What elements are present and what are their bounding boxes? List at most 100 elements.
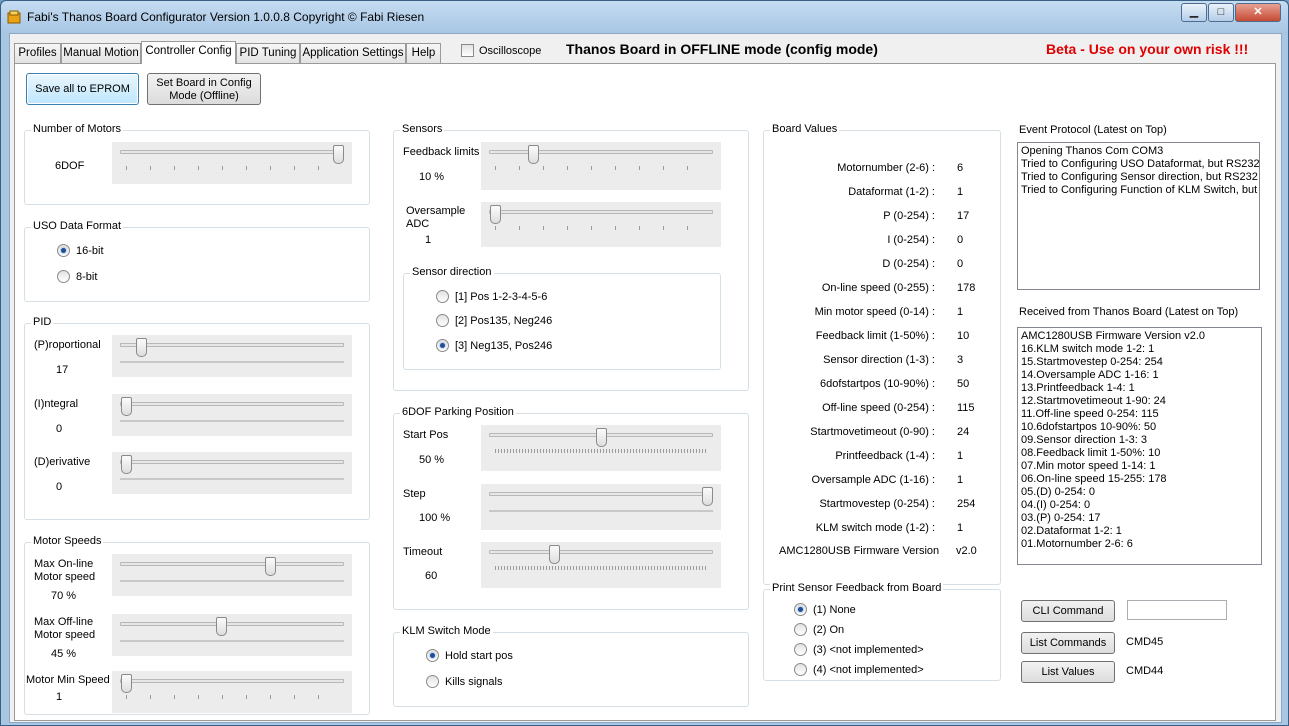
slider-thumb[interactable] — [702, 487, 713, 506]
pid-i-label: (I)ntegral — [34, 398, 79, 410]
tab-application-settings[interactable]: Application Settings — [300, 43, 406, 63]
oscilloscope-checkbox[interactable] — [461, 44, 474, 57]
min-speed-slider[interactable] — [112, 671, 352, 713]
timeout-slider[interactable] — [481, 542, 721, 588]
received-title: Received from Thanos Board (Latest on To… — [1019, 306, 1239, 318]
received-line: 16.KLM switch mode 1-2: 1 — [1021, 343, 1155, 355]
max-offline-slider[interactable] — [112, 614, 352, 656]
received-list[interactable]: AMC1280USB Firmware Version v2.0 16.KLM s… — [1017, 327, 1262, 565]
close-button[interactable]: ✕ — [1235, 3, 1281, 22]
board-value-label: Sensor direction (1-3) : — [823, 354, 935, 366]
list-commands-button[interactable]: List Commands — [1021, 632, 1115, 654]
uso-data-format-group: USO Data Format 16-bit 8-bit — [24, 220, 370, 302]
radio-label: Hold start pos — [445, 650, 513, 663]
event-protocol-list[interactable]: Opening Thanos Com COM3 Tried to Configur… — [1017, 142, 1260, 290]
print-feedback-4-radio[interactable]: (4) <not implemented> — [794, 663, 924, 677]
timeout-value: 60 — [425, 570, 438, 582]
oversample-slider[interactable] — [481, 202, 721, 247]
board-value-number: 115 — [957, 402, 975, 414]
received-line: 03.(P) 0-254: 17 — [1021, 512, 1101, 524]
step-value: 100 % — [419, 512, 451, 524]
received-line: 13.Printfeedback 1-4: 1 — [1021, 382, 1135, 394]
slider-thumb[interactable] — [265, 557, 277, 576]
motor-speeds-group: Motor Speeds Max On-line Motor speed 70 … — [24, 535, 370, 715]
tab-controller-config[interactable]: Controller Config — [141, 41, 236, 64]
slider-thumb[interactable] — [216, 617, 228, 636]
slider-thumb[interactable] — [528, 145, 540, 164]
slider-thumb[interactable] — [121, 397, 132, 416]
print-feedback-on-radio[interactable]: (2) On — [794, 623, 844, 637]
slider-thumb[interactable] — [121, 674, 132, 693]
radio-label: (1) None — [813, 604, 856, 617]
start-pos-slider[interactable] — [481, 425, 721, 471]
max-online-slider[interactable] — [112, 554, 352, 596]
pid-p-slider[interactable] — [112, 335, 352, 377]
print-feedback-group: Print Sensor Feedback from Board (1) Non… — [763, 582, 1001, 681]
uso-16bit-radio[interactable]: 16-bit — [57, 244, 104, 258]
board-value-label: D (0-254) : — [882, 258, 935, 270]
tab-profiles[interactable]: Profiles — [14, 43, 61, 63]
sensor-direction-2-radio[interactable]: [2] Pos135, Neg246 — [436, 314, 552, 328]
board-value-label: Off-line speed (0-254) : — [822, 402, 935, 414]
save-eprom-button[interactable]: Save all to EPROM — [26, 73, 139, 105]
board-value-number: 178 — [957, 282, 976, 294]
list-values-button[interactable]: List Values — [1021, 661, 1115, 683]
board-value-number: 1 — [957, 450, 964, 462]
radio-dot — [57, 270, 70, 283]
uso-8bit-radio[interactable]: 8-bit — [57, 270, 97, 284]
cli-command-input[interactable] — [1127, 600, 1227, 620]
slider-thumb[interactable] — [596, 428, 607, 447]
feedback-limits-label: Feedback limits — [403, 146, 480, 158]
number-of-motors-group: Number of Motors 6DOF — [24, 123, 370, 205]
motors-slider[interactable] — [112, 142, 352, 184]
max-offline-value: 45 % — [51, 648, 77, 660]
sensor-direction-3-radio[interactable]: [3] Neg135, Pos246 — [436, 339, 553, 353]
beta-warning: Beta - Use on your own risk !!! — [1046, 41, 1249, 57]
board-value-number: 17 — [957, 210, 970, 222]
tab-manual-motion[interactable]: Manual Motion — [61, 43, 141, 63]
radio-label: (4) <not implemented> — [813, 664, 924, 677]
board-value-number: 24 — [957, 426, 970, 438]
board-value-label: Startmovestep (0-254) : — [819, 498, 935, 510]
slider-thumb[interactable] — [549, 545, 561, 564]
radio-label: [3] Neg135, Pos246 — [455, 340, 553, 353]
slider-thumb[interactable] — [333, 145, 344, 164]
slider-thumb[interactable] — [121, 455, 132, 474]
parking-position-group: 6DOF Parking Position Start Pos 50 % Ste… — [393, 406, 749, 610]
oversample-value: 1 — [425, 234, 432, 246]
maximize-button[interactable]: □ — [1208, 3, 1234, 22]
radio-dot — [436, 314, 449, 327]
pid-i-slider[interactable] — [112, 394, 352, 436]
radio-label: Kills signals — [445, 676, 503, 689]
slider-thumb[interactable] — [490, 205, 501, 224]
received-line: 11.Off-line speed 0-254: 115 — [1021, 408, 1159, 420]
board-value-label: Min motor speed (0-14) : — [814, 306, 935, 318]
klm-kill-radio[interactable]: Kills signals — [426, 675, 503, 689]
board-value-label: I (0-254) : — [887, 234, 935, 246]
group-title: Sensor direction — [410, 266, 494, 278]
feedback-limits-slider[interactable] — [481, 142, 721, 190]
print-feedback-3-radio[interactable]: (3) <not implemented> — [794, 643, 924, 657]
pid-i-value: 0 — [56, 423, 63, 435]
oscilloscope-label: Oscilloscope — [479, 45, 542, 57]
print-feedback-none-radio[interactable]: (1) None — [794, 603, 856, 617]
pid-d-slider[interactable] — [112, 452, 352, 494]
cli-command-button[interactable]: CLI Command — [1021, 600, 1115, 622]
motors-value-label: 6DOF — [55, 160, 85, 172]
klm-hold-radio[interactable]: Hold start pos — [426, 649, 513, 663]
title-bar[interactable]: Fabi's Thanos Board Configurator Version… — [1, 1, 1288, 33]
sensor-direction-1-radio[interactable]: [1] Pos 1-2-3-4-5-6 — [436, 290, 547, 304]
config-mode-button[interactable]: Set Board in Config Mode (Offline) — [147, 73, 261, 105]
minimize-button[interactable]: ▁ — [1181, 3, 1207, 22]
tab-help[interactable]: Help — [406, 43, 441, 63]
step-slider[interactable] — [481, 484, 721, 530]
maximize-icon: □ — [1217, 6, 1225, 18]
sensors-group: Sensors Feedback limits 10 % Oversample … — [393, 123, 749, 391]
app-icon — [7, 10, 21, 24]
received-line: 01.Motornumber 2-6: 6 — [1021, 538, 1133, 550]
firmware-value: v2.0 — [956, 545, 977, 557]
sensor-direction-group: Sensor direction [1] Pos 1-2-3-4-5-6 [2]… — [403, 266, 721, 370]
slider-thumb[interactable] — [135, 338, 147, 357]
tab-pid-tuning[interactable]: PID Tuning — [236, 43, 300, 63]
received-line: 05.(D) 0-254: 0 — [1021, 486, 1095, 498]
